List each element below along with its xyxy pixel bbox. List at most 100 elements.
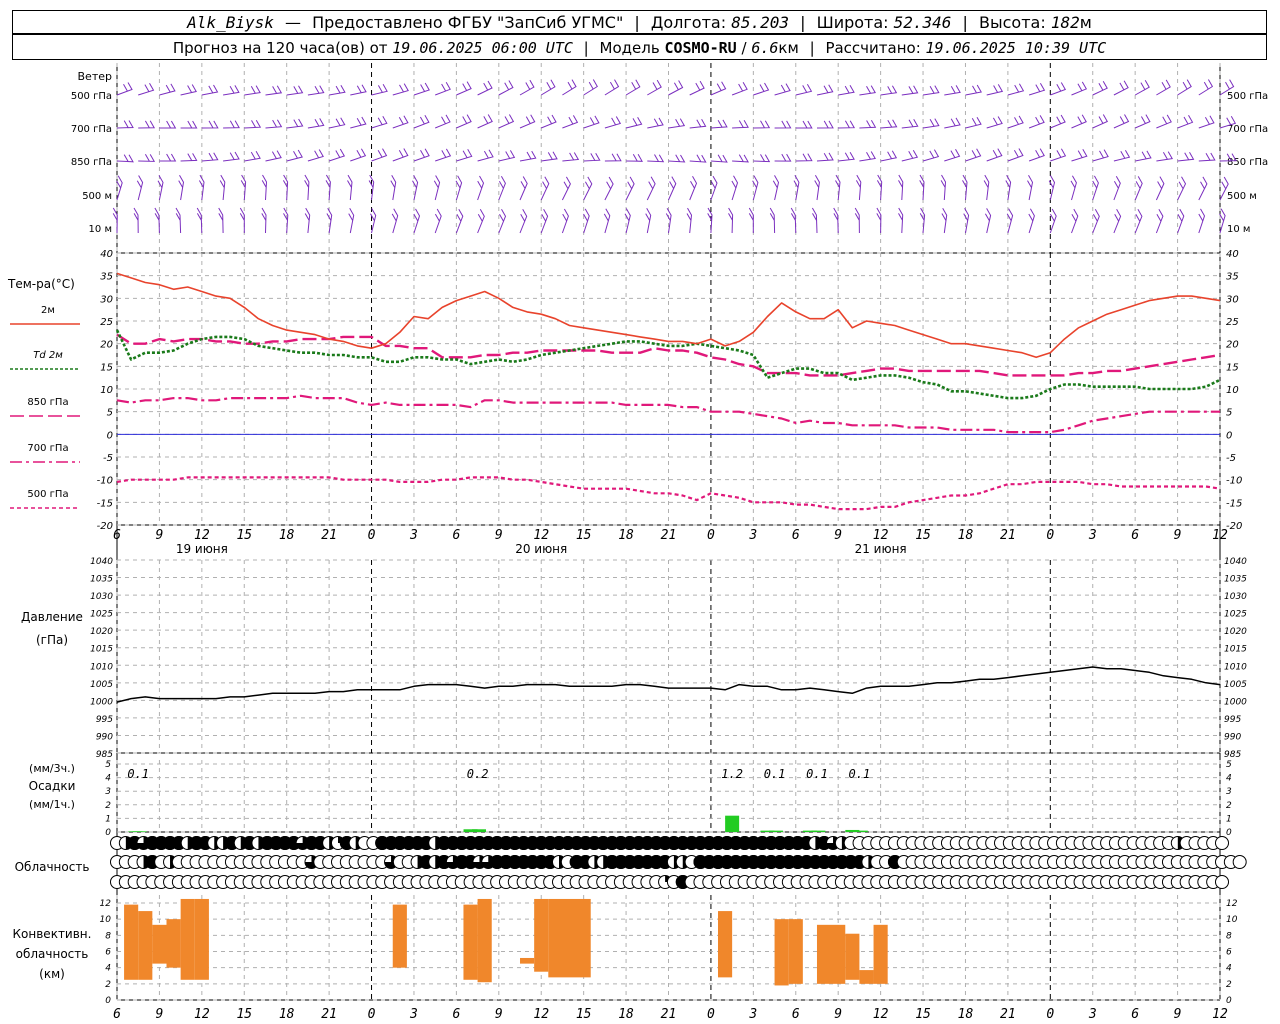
- pressure-tick-left: 985: [96, 750, 113, 760]
- wind-barb: [898, 174, 904, 201]
- wind-barb: [728, 207, 734, 234]
- wind-barb: [838, 120, 856, 129]
- precip-amount-label: 0.2: [467, 767, 489, 781]
- precip-tick-right: 1: [1226, 814, 1232, 824]
- wind-barb: [689, 119, 707, 129]
- wind-barb: [307, 149, 324, 162]
- wind-barb: [1177, 176, 1187, 201]
- temp-tick-left: 40: [100, 249, 113, 260]
- wind-barb: [1028, 115, 1045, 129]
- wind-barb: [901, 85, 919, 96]
- wind-barb: [371, 148, 388, 162]
- wind-barb: [753, 82, 770, 96]
- wind-barb: [541, 151, 558, 162]
- x-tick-label-bottom: 15: [576, 1007, 592, 1022]
- wind-barb: [940, 174, 947, 201]
- wind-barb: [1027, 175, 1034, 201]
- wind-level-label-right: 700 гПа: [1227, 124, 1268, 135]
- wind-barb: [710, 81, 727, 96]
- wind-barb: [286, 85, 304, 96]
- meteogram-chart: 6699121215151818212100336699121215151818…: [7, 63, 1268, 1022]
- pressure-tick-right: 1035: [1224, 575, 1247, 585]
- wind-barb: [986, 148, 1003, 162]
- wind-barb: [325, 174, 331, 201]
- wind-level-label: 10 м: [89, 224, 112, 235]
- wind-barb: [922, 85, 940, 96]
- wind-barb: [286, 149, 303, 162]
- wind-barb: [1134, 209, 1143, 234]
- x-tick-label-bottom: 21: [661, 1007, 677, 1022]
- wind-barb: [180, 153, 198, 162]
- wind-barb: [1005, 174, 1012, 201]
- wind-barb: [350, 148, 367, 162]
- wind-barb: [328, 117, 346, 129]
- wind-barb: [138, 120, 156, 129]
- conv-title-3: (км): [39, 967, 65, 981]
- precip-bar: [768, 830, 783, 832]
- wind-barb: [710, 154, 728, 163]
- wind-barb: [665, 207, 672, 234]
- pressure-tick-left: 1020: [90, 627, 113, 637]
- wind-barb: [626, 153, 643, 162]
- precip-tick-right: 3: [1226, 787, 1232, 797]
- precip-tick-left: 4: [105, 774, 111, 784]
- wind-barb: [261, 174, 268, 201]
- temp-tick-right: -10: [1226, 476, 1242, 487]
- day-label: 19 июня: [176, 542, 228, 556]
- wind-barb: [880, 119, 898, 129]
- wind-barb: [219, 174, 226, 201]
- x-tick-label-bottom: 6: [452, 1007, 460, 1022]
- wind-barb: [790, 207, 797, 234]
- wind-barb: [984, 208, 992, 234]
- x-tick-label-mid: 18: [279, 528, 295, 543]
- precip-tick-right: 2: [1226, 801, 1232, 811]
- precip-amount-label: 0.1: [764, 767, 786, 781]
- wind-barb: [1198, 79, 1214, 96]
- wind-barb: [603, 208, 611, 234]
- temp-legend-label: Td 2м: [33, 350, 63, 361]
- x-tick-label-bottom: 12: [194, 1007, 210, 1022]
- wind-barb: [1050, 82, 1067, 96]
- wind-barb: [477, 149, 494, 162]
- convective-bar: [845, 933, 860, 980]
- pressure-tick-left: 1005: [90, 680, 113, 690]
- wind-barb: [223, 85, 240, 96]
- temp-tick-right: -15: [1226, 498, 1242, 509]
- temp-tick-left: 30: [100, 294, 113, 305]
- temp-tick-right: 40: [1226, 249, 1239, 260]
- wind-barb: [456, 149, 473, 162]
- conv-tick-left: 12: [100, 899, 112, 909]
- wind-barb: [604, 153, 622, 162]
- wind-barb: [1113, 80, 1129, 96]
- wind-barb: [922, 118, 940, 129]
- precip-title-bottom: (мм/1ч.): [29, 798, 75, 811]
- wind-barb: [604, 116, 622, 129]
- wind-barb: [562, 79, 577, 96]
- wind-barb: [540, 79, 556, 96]
- wind-barb: [201, 152, 219, 162]
- temp-tick-left: 20: [100, 340, 113, 351]
- x-tick-label-mid: 6: [792, 528, 800, 543]
- conv-title-2: облачность: [16, 947, 89, 961]
- temp-legend-label: 2м: [41, 305, 55, 316]
- cloud-symbol: [1215, 875, 1229, 889]
- x-tick-label-bottom: 6: [792, 1007, 800, 1022]
- x-tick-label-mid: 18: [958, 528, 974, 543]
- wind-barb: [435, 82, 451, 96]
- pressure-tick-left: 1015: [90, 645, 113, 655]
- wind-barb: [854, 207, 860, 234]
- x-tick-label-mid: 9: [156, 528, 164, 543]
- temp-tick-right: 25: [1226, 317, 1239, 328]
- temp-tick-right: 30: [1226, 294, 1239, 305]
- pressure-unit: (гПа): [36, 633, 68, 647]
- wind-barb: [413, 114, 430, 129]
- convective-bar: [548, 898, 591, 978]
- wind-barb: [201, 84, 219, 96]
- x-tick-label-mid: 9: [495, 528, 503, 543]
- wind-level-label-right: 10 м: [1227, 224, 1250, 235]
- convective-bar: [392, 904, 407, 968]
- wind-level-label-right: 500 гПа: [1227, 91, 1268, 102]
- wind-barb: [1177, 115, 1194, 129]
- wind-barb: [710, 175, 718, 201]
- temp-tick-left: 5: [107, 408, 113, 419]
